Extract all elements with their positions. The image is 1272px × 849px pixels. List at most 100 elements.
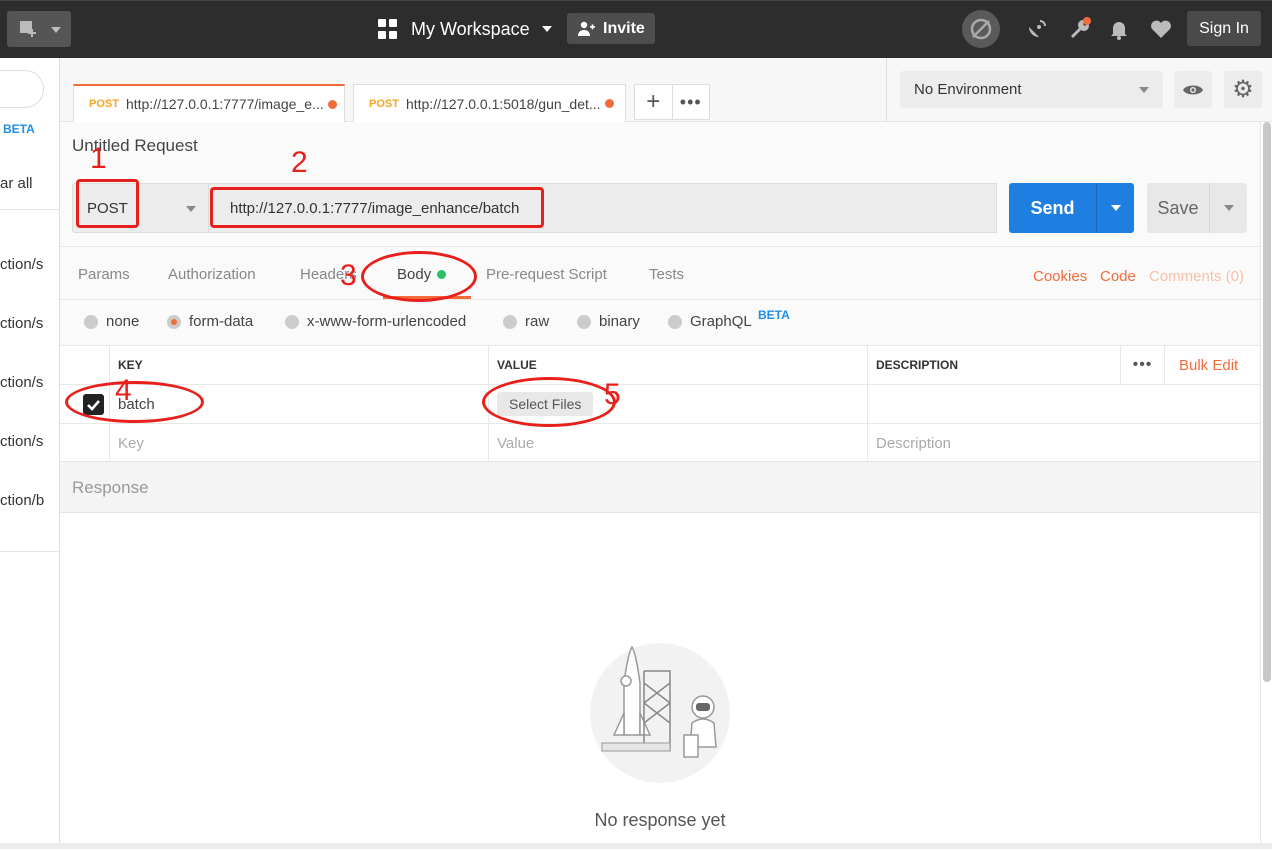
- table-header: KEY VALUE DESCRIPTION ••• Bulk Edit: [60, 346, 1260, 385]
- plus-icon[interactable]: +: [635, 85, 672, 119]
- postman-app: My Workspace Invite Sign In BETA ar all …: [0, 0, 1272, 849]
- chevron-down-icon: [1110, 205, 1121, 211]
- invite-button[interactable]: Invite: [567, 13, 655, 44]
- workspace-label: My Workspace: [411, 18, 530, 39]
- history-item[interactable]: ction/s: [0, 315, 43, 332]
- radio-form-data[interactable]: form-data: [167, 313, 253, 330]
- environment-select[interactable]: No Environment: [900, 71, 1163, 108]
- more-icon[interactable]: •••: [671, 85, 710, 119]
- annotation-number: 5: [604, 378, 621, 411]
- scrollbar[interactable]: [1260, 122, 1272, 849]
- satellite-icon[interactable]: [1025, 17, 1049, 41]
- table-row: batch Select Files: [60, 385, 1260, 424]
- response-header: Response: [60, 461, 1260, 513]
- key-input[interactable]: Key: [109, 424, 489, 462]
- response-title: Response: [72, 478, 149, 497]
- clear-all-link[interactable]: ar all: [0, 175, 33, 192]
- radio-none[interactable]: none: [84, 313, 139, 330]
- sync-status-button[interactable]: [962, 10, 1000, 48]
- request-tab[interactable]: POST http://127.0.0.1:5018/gun_det...: [353, 84, 626, 122]
- table-row-empty: Key Value Description: [60, 424, 1260, 463]
- tab-tests[interactable]: Tests: [649, 266, 684, 283]
- description-cell[interactable]: [867, 385, 1260, 423]
- column-key: KEY: [109, 346, 489, 384]
- status-bar: [0, 843, 1272, 849]
- column-description: DESCRIPTION: [867, 346, 1120, 384]
- new-button[interactable]: [7, 11, 71, 47]
- radio-label: form-data: [189, 313, 254, 330]
- divider: [0, 209, 59, 210]
- history-item[interactable]: ction/s: [0, 256, 43, 273]
- table-options-button[interactable]: •••: [1120, 346, 1165, 384]
- form-data-table: KEY VALUE DESCRIPTION ••• Bulk Edit batc…: [60, 346, 1260, 463]
- description-input[interactable]: Description: [867, 424, 1260, 462]
- chevron-down-icon: [51, 27, 61, 33]
- send-options-button[interactable]: [1096, 183, 1134, 233]
- tab-method: POST: [369, 97, 399, 110]
- code-link[interactable]: Code: [1100, 268, 1136, 285]
- radio-x-www-form-urlencoded[interactable]: x-www-form-urlencoded: [285, 313, 466, 330]
- radio-label: x-www-form-urlencoded: [307, 313, 467, 330]
- history-item[interactable]: ction/s: [0, 433, 43, 450]
- unsaved-dot: [327, 99, 337, 109]
- beta-badge: BETA: [3, 122, 35, 136]
- tab-params[interactable]: Params: [78, 266, 130, 283]
- radio-graphql[interactable]: GraphQL: [668, 313, 752, 330]
- save-options-button[interactable]: [1209, 183, 1247, 233]
- annotation-number: 4: [115, 374, 132, 407]
- save-button[interactable]: Save: [1147, 183, 1247, 233]
- chevron-down-icon: [541, 26, 552, 32]
- request-tabs: POST http://127.0.0.1:7777/image_e... PO…: [60, 58, 886, 122]
- body-mode-options: none form-data x-www-form-urlencoded raw…: [60, 300, 1260, 346]
- sidebar-search-input[interactable]: [0, 70, 44, 108]
- radio-icon: [577, 314, 591, 329]
- radio-selected-icon: [167, 314, 181, 329]
- bulk-edit-link[interactable]: Bulk Edit: [1179, 346, 1238, 384]
- invite-label: Invite: [603, 19, 645, 37]
- annotation-circle-key: [65, 381, 204, 423]
- radio-icon: [285, 314, 299, 329]
- radio-icon: [503, 314, 517, 329]
- request-builder: Untitled Request POST http://127.0.0.1:7…: [60, 122, 1260, 512]
- settings-button[interactable]: ⚙: [1224, 71, 1262, 108]
- top-bar: My Workspace Invite Sign In: [0, 0, 1272, 58]
- annotation-box-url: [210, 187, 544, 228]
- sync-off-icon: [970, 18, 992, 40]
- unsaved-dot: [604, 99, 614, 108]
- environment-label: No Environment: [914, 81, 1022, 98]
- wrench-icon[interactable]: [1068, 17, 1092, 41]
- tab-method: POST: [89, 98, 119, 110]
- bell-icon[interactable]: [1107, 17, 1131, 41]
- radio-raw[interactable]: raw: [503, 313, 549, 330]
- eye-icon: [1183, 85, 1203, 94]
- cookies-link[interactable]: Cookies: [1033, 268, 1087, 285]
- value-input[interactable]: Value: [488, 424, 868, 462]
- send-label: Send: [1030, 197, 1075, 218]
- workspace-switcher[interactable]: My Workspace: [378, 15, 552, 43]
- tab-url: http://127.0.0.1:5018/gun_det...: [405, 95, 601, 112]
- annotation-number: 1: [90, 142, 107, 175]
- tab-url: http://127.0.0.1:7777/image_e...: [125, 96, 324, 112]
- heart-icon[interactable]: [1149, 17, 1173, 41]
- tab-pre-request-script[interactable]: Pre-request Script: [486, 266, 607, 283]
- rocket-astronaut-illustration: [590, 643, 730, 783]
- tab-actions: + •••: [634, 84, 710, 120]
- comments-link[interactable]: Comments (0): [1149, 268, 1244, 285]
- radio-label: raw: [525, 313, 550, 330]
- new-tab-icon: [20, 21, 36, 37]
- environment-quick-look-button[interactable]: [1174, 71, 1212, 108]
- scrollbar-thumb[interactable]: [1263, 122, 1271, 682]
- annotation-number: 2: [291, 146, 308, 179]
- history-item[interactable]: ction/s: [0, 374, 43, 391]
- sign-in-button[interactable]: Sign In: [1187, 11, 1261, 46]
- request-subtabs: Params Authorization Headers Body Pre-re…: [60, 246, 1260, 300]
- request-tab[interactable]: POST http://127.0.0.1:7777/image_e...: [73, 84, 345, 122]
- radio-icon: [84, 314, 98, 329]
- add-user-icon: [578, 21, 595, 36]
- annotation-circle-select-files: [482, 377, 616, 427]
- send-button[interactable]: Send: [1009, 183, 1134, 233]
- radio-label: binary: [599, 313, 640, 330]
- radio-binary[interactable]: binary: [577, 313, 640, 330]
- tab-authorization[interactable]: Authorization: [168, 266, 256, 283]
- history-item[interactable]: ction/b: [0, 492, 44, 509]
